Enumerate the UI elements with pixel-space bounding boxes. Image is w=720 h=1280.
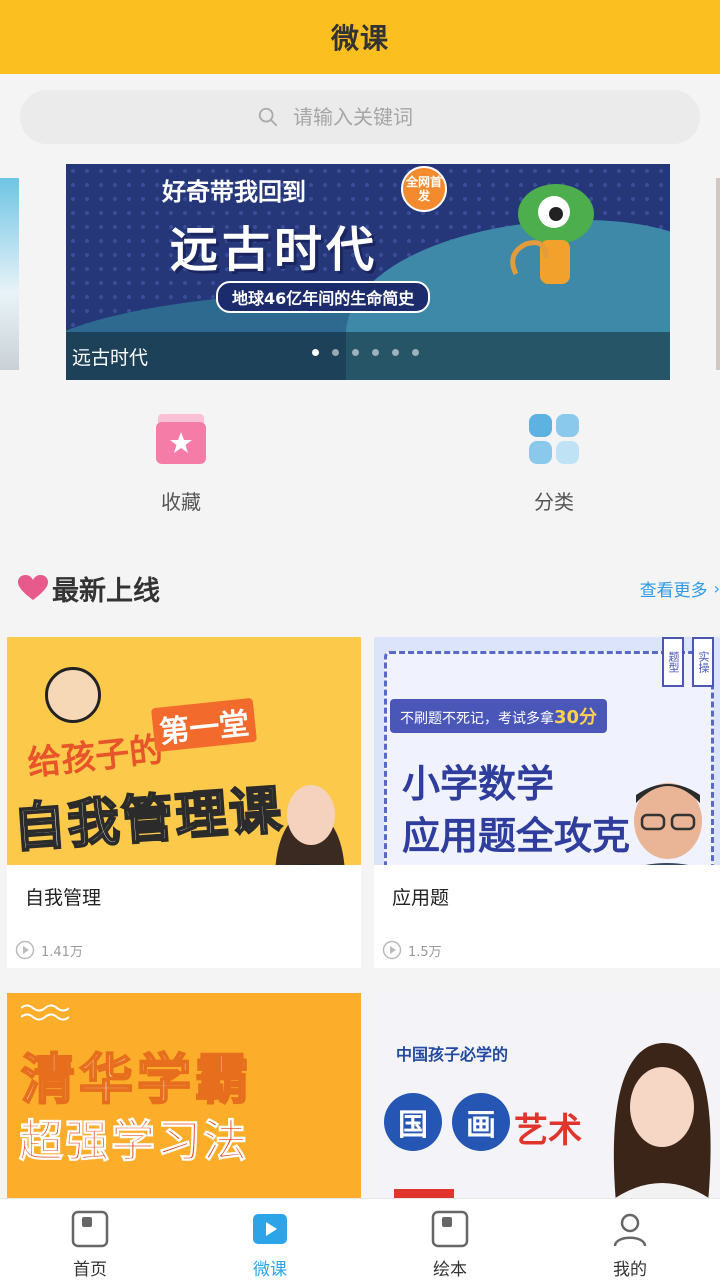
- tab-picture-book-label: 绘本: [433, 1260, 467, 1280]
- thumb-line1: 小学数学: [402, 762, 555, 806]
- tab-home[interactable]: 首页: [0, 1199, 180, 1280]
- banner-badge: 全网首发: [401, 166, 447, 212]
- banner-caption: 远古时代: [72, 347, 149, 369]
- pager-dot[interactable]: [312, 349, 319, 356]
- course-card[interactable]: 中国孩子必学的 国 画 艺术: [374, 993, 720, 1203]
- teacher-photo: [275, 785, 345, 865]
- course-title: 自我管理: [25, 887, 102, 909]
- heart-icon: [18, 575, 48, 600]
- banner-headline-big: 远古时代: [170, 222, 379, 278]
- course-thumbnail[interactable]: 清华学霸 超强学习法: [7, 993, 361, 1203]
- tab-home-label: 首页: [73, 1260, 107, 1280]
- favorites-button[interactable]: 收藏: [111, 412, 251, 515]
- banner-carousel[interactable]: 好奇带我回到 远古时代 地球46亿年间的生命简史 全网首发 远古时代: [0, 164, 720, 382]
- banner-subtitle: 地球46亿年间的生命简史: [216, 281, 431, 313]
- thumb-tabs: 题型 实操: [662, 637, 714, 687]
- course-thumbnail[interactable]: 给孩子的 第一堂 自我管理课: [7, 637, 361, 865]
- favorites-label: 收藏: [161, 490, 201, 514]
- pager-dot[interactable]: [372, 349, 379, 356]
- play-count-value: 1.41万: [41, 944, 83, 960]
- pager-dot[interactable]: [412, 349, 419, 356]
- course-thumbnail[interactable]: 题型 实操 不刷题不死记，考试多拿30分 小学数学 应用题全攻克: [374, 637, 720, 865]
- course-card[interactable]: 清华学霸 超强学习法: [7, 993, 361, 1203]
- home-icon: [71, 1210, 109, 1248]
- section-title: 最新上线: [52, 575, 160, 607]
- course-title: 应用题: [392, 887, 450, 909]
- thumb-art-text: 艺术: [514, 1111, 582, 1151]
- play-count-value: 1.5万: [408, 944, 442, 960]
- profile-icon: [613, 1213, 647, 1247]
- teacher-photo: [608, 1043, 716, 1203]
- pager-dot[interactable]: [352, 349, 359, 356]
- pager-dot[interactable]: [332, 349, 339, 356]
- section-header: 最新上线 查看更多 ›: [18, 568, 720, 608]
- pager-dot[interactable]: [392, 349, 399, 356]
- thumb-line1: 中国孩子必学的: [396, 1045, 509, 1064]
- play-count-icon: [15, 940, 35, 960]
- tab-picture-book[interactable]: 绘本: [360, 1199, 540, 1280]
- thumb-line1: 给孩子的: [25, 729, 166, 784]
- course-thumbnail[interactable]: 中国孩子必学的 国 画 艺术: [374, 993, 720, 1203]
- cartoon-boy: [45, 667, 101, 723]
- thumb-line2: 超强学习法: [19, 1116, 249, 1168]
- search-icon: [258, 107, 278, 127]
- thumb-line1b: 第一堂: [150, 697, 258, 753]
- teacher-photo: [634, 783, 702, 865]
- prev-banner-peek[interactable]: [0, 178, 19, 370]
- tab-microclass[interactable]: 微课: [180, 1199, 360, 1280]
- banner-headline-small: 好奇带我回到: [162, 178, 306, 206]
- thumb-line1: 清华学霸: [20, 1047, 253, 1112]
- categories-button[interactable]: 分类: [484, 412, 624, 515]
- thumb-circle: 画: [452, 1093, 510, 1151]
- search-bar[interactable]: [20, 90, 700, 144]
- thumb-line2: 应用题全攻克: [402, 814, 631, 858]
- picture-book-icon: [431, 1210, 469, 1248]
- app-header: 微课: [0, 0, 720, 74]
- tab-profile[interactable]: 我的: [540, 1199, 720, 1280]
- play-count: 1.5万: [382, 940, 442, 960]
- video-play-icon: [253, 1214, 287, 1244]
- banner-slide[interactable]: 好奇带我回到 远古时代 地球46亿年间的生命简史 全网首发 远古时代: [66, 164, 670, 380]
- tab-profile-label: 我的: [613, 1260, 647, 1280]
- course-card[interactable]: 给孩子的 第一堂 自我管理课 自我管理 1.41万: [7, 637, 361, 968]
- categories-label: 分类: [534, 490, 574, 514]
- banner-pager: [312, 349, 419, 356]
- thumb-pill: 不刷题不死记，考试多拿30分: [390, 699, 608, 733]
- category-grid-icon: [529, 414, 579, 464]
- tab-microclass-label: 微课: [253, 1260, 287, 1280]
- course-card[interactable]: 题型 实操 不刷题不死记，考试多拿30分 小学数学 应用题全攻克 应用题 1.5…: [374, 637, 720, 968]
- chameleon-illustration: [510, 184, 594, 284]
- thumb-pill-number: 30分: [554, 707, 598, 728]
- thumb-tab: 实操: [692, 637, 714, 687]
- banner-caption-bar: [66, 332, 670, 380]
- thumb-tab: 题型: [662, 637, 684, 687]
- wave-decoration: [21, 1004, 70, 1021]
- play-count: 1.41万: [15, 940, 83, 960]
- chevron-right-icon: ›: [713, 578, 720, 598]
- page-title: 微课: [330, 22, 389, 55]
- search-input[interactable]: [293, 105, 463, 129]
- thumb-circle: 国: [384, 1093, 442, 1151]
- see-more-link[interactable]: 查看更多 ›: [640, 576, 720, 601]
- see-more-label: 查看更多: [639, 580, 708, 601]
- favorite-box-icon: [156, 414, 206, 464]
- thumb-pill-text: 不刷题不死记，考试多拿: [400, 711, 554, 727]
- play-count-icon: [382, 940, 402, 960]
- bottom-tab-bar: 首页 微课 绘本 我的: [0, 1198, 720, 1280]
- next-banner-peek[interactable]: [716, 178, 720, 370]
